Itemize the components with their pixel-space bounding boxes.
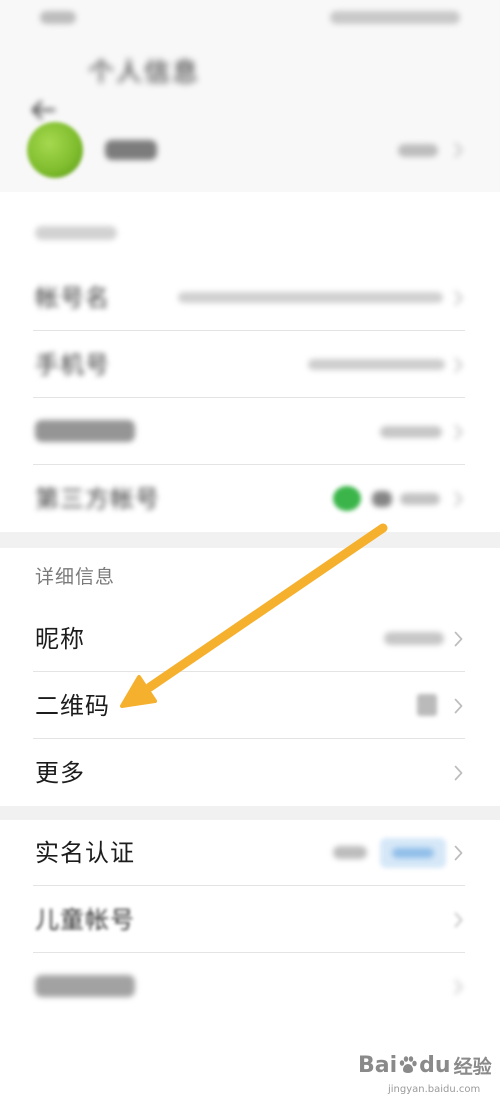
detail-section-header: 详细信息 <box>0 548 500 605</box>
chevron-right-icon <box>454 845 463 861</box>
chevron-right-icon <box>454 912 463 927</box>
third-party-avatar <box>372 491 392 507</box>
chevron-right-icon <box>454 698 463 713</box>
qr-code-icon <box>417 694 437 716</box>
account-section-header <box>0 202 500 264</box>
avatar-row-label <box>105 140 157 160</box>
more-label: 更多 <box>35 758 85 787</box>
watermark-brand-left: Bai <box>358 1052 398 1078</box>
page-title: 个人信息 <box>88 58 201 88</box>
nickname-row[interactable]: 昵称 <box>0 605 500 672</box>
avatar-row[interactable] <box>0 108 500 192</box>
section-gap <box>0 806 500 820</box>
qr-code-row[interactable]: 二维码 <box>0 672 500 739</box>
child-account-label: 儿童帐号 <box>35 905 135 934</box>
chevron-right-icon <box>454 424 463 439</box>
avatar[interactable] <box>27 122 83 178</box>
account-name-row[interactable]: 帐号名 <box>0 264 500 331</box>
watermark-product: 经验 <box>453 1055 492 1078</box>
third-party-account-label: 第三方帐号 <box>35 484 160 513</box>
phone-value <box>308 359 445 370</box>
watermark-url: jingyan.baidu.com <box>388 1084 481 1095</box>
wechat-icon <box>333 486 361 511</box>
chevron-right-icon <box>454 357 463 372</box>
phone-label: 手机号 <box>35 350 110 379</box>
avatar-row-value <box>398 144 438 157</box>
other-row-3-label <box>35 975 135 997</box>
chevron-right-icon <box>454 631 463 646</box>
status-indicators <box>330 11 460 24</box>
chevron-right-icon <box>454 979 463 994</box>
nickname-label: 昵称 <box>35 624 85 653</box>
watermark-logo: Bai du 经验 <box>358 1050 492 1080</box>
more-row[interactable]: 更多 <box>0 739 500 806</box>
status-bar <box>0 0 500 36</box>
detail-section-title: 详细信息 <box>35 565 116 588</box>
verification-status-text <box>392 848 434 858</box>
account-row-3[interactable] <box>0 398 500 465</box>
real-name-value <box>333 846 367 859</box>
personal-info-screen: 个人信息 帐号名 手机号 第三方帐号 详细信息 昵称 二维码 更多 实名认证 儿… <box>0 0 500 1111</box>
other-row-3[interactable] <box>0 953 500 1020</box>
chevron-right-icon <box>454 765 463 780</box>
status-time <box>40 11 76 24</box>
account-section-title <box>35 226 117 240</box>
chevron-right-icon <box>454 491 463 506</box>
nickname-value <box>384 632 444 645</box>
baidu-watermark: Bai du 经验 jingyan.baidu.com <box>358 1050 494 1106</box>
account-row-3-label <box>35 420 135 442</box>
section-gap <box>0 532 500 548</box>
account-name-label: 帐号名 <box>35 283 110 312</box>
third-party-value <box>400 493 440 505</box>
third-party-account-row[interactable]: 第三方帐号 <box>0 465 500 532</box>
real-name-verification-label: 实名认证 <box>35 839 135 867</box>
chevron-right-icon <box>454 142 463 158</box>
qr-code-label: 二维码 <box>35 691 110 720</box>
account-name-value <box>178 292 443 303</box>
child-account-row[interactable]: 儿童帐号 <box>0 886 500 953</box>
account-row-3-value <box>380 426 442 438</box>
real-name-verification-row[interactable]: 实名认证 <box>0 820 500 886</box>
chevron-right-icon <box>454 290 463 305</box>
phone-row[interactable]: 手机号 <box>0 331 500 398</box>
watermark-brand-right: du <box>419 1052 451 1078</box>
baidu-paw-icon <box>399 1056 417 1073</box>
app-header: 个人信息 <box>0 36 500 120</box>
